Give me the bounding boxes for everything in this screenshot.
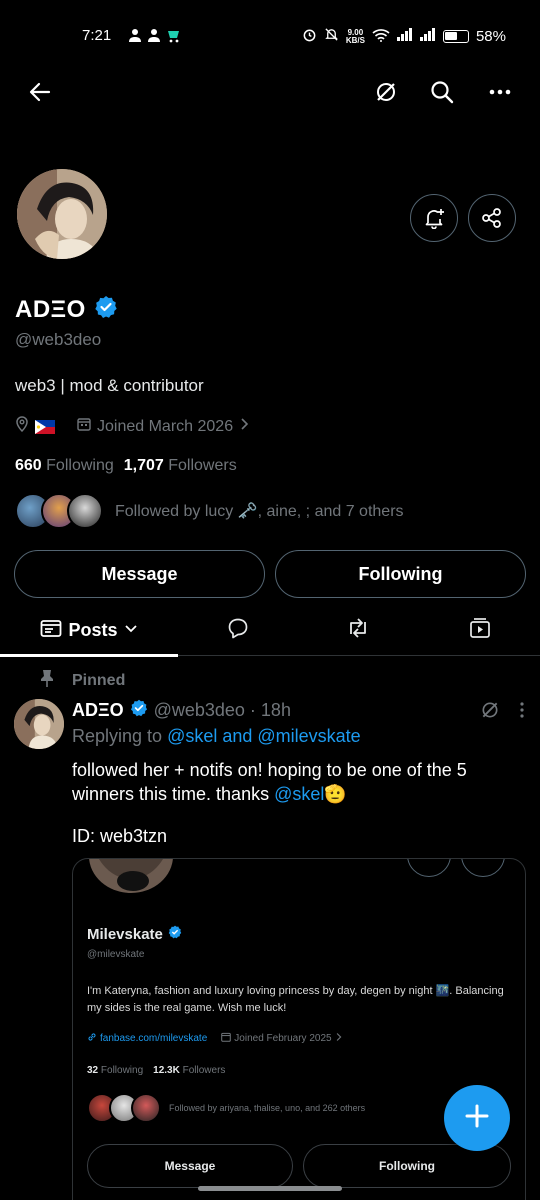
card-share-icon [461, 859, 505, 877]
profile-handle: @web3deo [15, 330, 102, 349]
notification-bell-add-icon[interactable] [410, 194, 458, 242]
followed-by-text: Followed by lucy 🗝️, aine, ; and 7 other… [115, 503, 404, 520]
posts-icon [40, 618, 62, 643]
pinned-label-row: Pinned [40, 669, 125, 692]
status-time: 7:21 [82, 27, 112, 44]
philippines-flag-icon [35, 419, 55, 434]
follow-stats: 660 Following 1,707 Followers [15, 457, 237, 475]
card-name-row: Milevskate [87, 925, 182, 943]
tab-replies[interactable] [214, 604, 262, 656]
card-bio: I'm Kateryna, fashion and luxury loving … [87, 985, 504, 1014]
grok-icon[interactable] [364, 70, 408, 114]
battery-percent: 58% [475, 28, 506, 45]
status-right: 9.00 KB/S 58% [302, 27, 506, 46]
card-handle: @milevskate [87, 949, 145, 960]
card-name: Milevskate [87, 925, 163, 943]
back-arrow-icon[interactable] [18, 70, 62, 114]
profile-tabs: Posts [0, 604, 540, 657]
more-icon[interactable] [478, 70, 522, 114]
followers-stat[interactable]: 1,707 Followers [124, 457, 237, 475]
follower-avatar [131, 1093, 161, 1123]
verified-badge-icon [130, 699, 148, 722]
profile-name-row: ADΞO [15, 295, 118, 324]
profile-meta: Joined March 2026 [15, 416, 249, 437]
network-speed: 9.00 KB/S [345, 27, 365, 45]
profile-bio: web3 | mod & contributor [15, 376, 204, 395]
verified-badge-icon [168, 925, 182, 943]
post-text: followed her + notifs on! hoping to be o… [72, 760, 467, 804]
link-icon [87, 1032, 97, 1045]
location-pin-icon [15, 416, 29, 437]
replying-to: Replying to @skel and @milevskate [72, 726, 361, 746]
post-author-name[interactable]: ADΞO [72, 700, 124, 721]
card-followed-by-text: Followed by ariyana, thalise, uno, and 2… [169, 1103, 366, 1113]
chevron-down-icon [124, 621, 138, 639]
post-handle-time: @web3deo · 18h [153, 700, 291, 720]
battery-icon [442, 30, 469, 43]
media-icon [469, 617, 491, 644]
following-stat[interactable]: 660 Following [15, 457, 114, 475]
person-notification-icon [147, 28, 162, 43]
profile-avatar[interactable] [14, 166, 110, 262]
post-id-line: ID: web3tzn [72, 826, 168, 846]
card-profile-avatar [89, 859, 173, 893]
pin-icon [40, 669, 54, 692]
compose-post-button[interactable] [444, 1085, 510, 1151]
status-bar: 7:21 9.00 KB/S 58% [0, 0, 540, 72]
reposts-icon [346, 617, 370, 644]
wifi-icon [372, 28, 390, 46]
active-tab-indicator [0, 654, 178, 657]
card-notification-icon [407, 859, 451, 877]
message-button[interactable]: Message [14, 550, 265, 598]
follower-avatar [67, 493, 103, 529]
tab-posts-label: Posts [68, 619, 118, 640]
calendar-icon [77, 417, 91, 436]
reply-targets-link[interactable]: @skel and @milevskate [167, 726, 361, 746]
post-image[interactable]: Milevskate @milevskate I'm Kateryna, fas… [72, 858, 526, 1200]
chevron-right-icon[interactable] [239, 417, 249, 436]
more-vertical-icon[interactable] [520, 702, 524, 723]
signal-icon [396, 28, 413, 45]
post-actions-top [480, 700, 524, 725]
card-followed-by: Followed by ariyana, thalise, uno, and 2… [87, 1093, 365, 1123]
tab-reposts[interactable] [334, 604, 382, 656]
card-message-button: Message [87, 1144, 293, 1188]
chevron-right-icon [335, 1032, 342, 1045]
share-icon[interactable] [468, 194, 516, 242]
mention-link[interactable]: @skel [274, 784, 324, 804]
grok-icon[interactable] [480, 700, 500, 725]
profile-name: ADΞO [15, 295, 86, 323]
signal-icon [419, 28, 436, 45]
verified-badge-icon [94, 295, 118, 324]
pinned-label: Pinned [72, 671, 126, 689]
joined-date: Joined March 2026 [97, 417, 234, 435]
tab-media[interactable] [456, 604, 504, 656]
person-notification-icon [128, 28, 143, 43]
shop-notification-icon [166, 28, 181, 43]
salute-emoji: 🫡 [324, 784, 347, 804]
followed-by-row[interactable]: Followed by lucy 🗝️, aine, ; and 7 other… [15, 493, 404, 529]
notification-icons [128, 28, 181, 43]
top-bar [0, 70, 540, 114]
card-link: fanbase.com/milevskate [87, 1032, 207, 1045]
card-meta: fanbase.com/milevskate Joined February 2… [87, 1032, 342, 1045]
search-icon[interactable] [420, 70, 464, 114]
alarm-icon [302, 27, 317, 46]
following-button[interactable]: Following [275, 550, 526, 598]
mute-icon [324, 27, 339, 46]
tab-posts[interactable]: Posts [0, 604, 178, 657]
calendar-icon [221, 1032, 232, 1045]
post-header: ADΞO @web3deo · 18h [72, 699, 291, 722]
plus-icon [465, 1104, 489, 1133]
replies-icon [227, 617, 249, 644]
card-joined: Joined February 2025 [221, 1032, 341, 1045]
card-stats: 32 Following 12.3K Followers [87, 1065, 226, 1076]
home-indicator[interactable] [198, 1186, 342, 1191]
post-author-avatar[interactable] [14, 699, 64, 749]
